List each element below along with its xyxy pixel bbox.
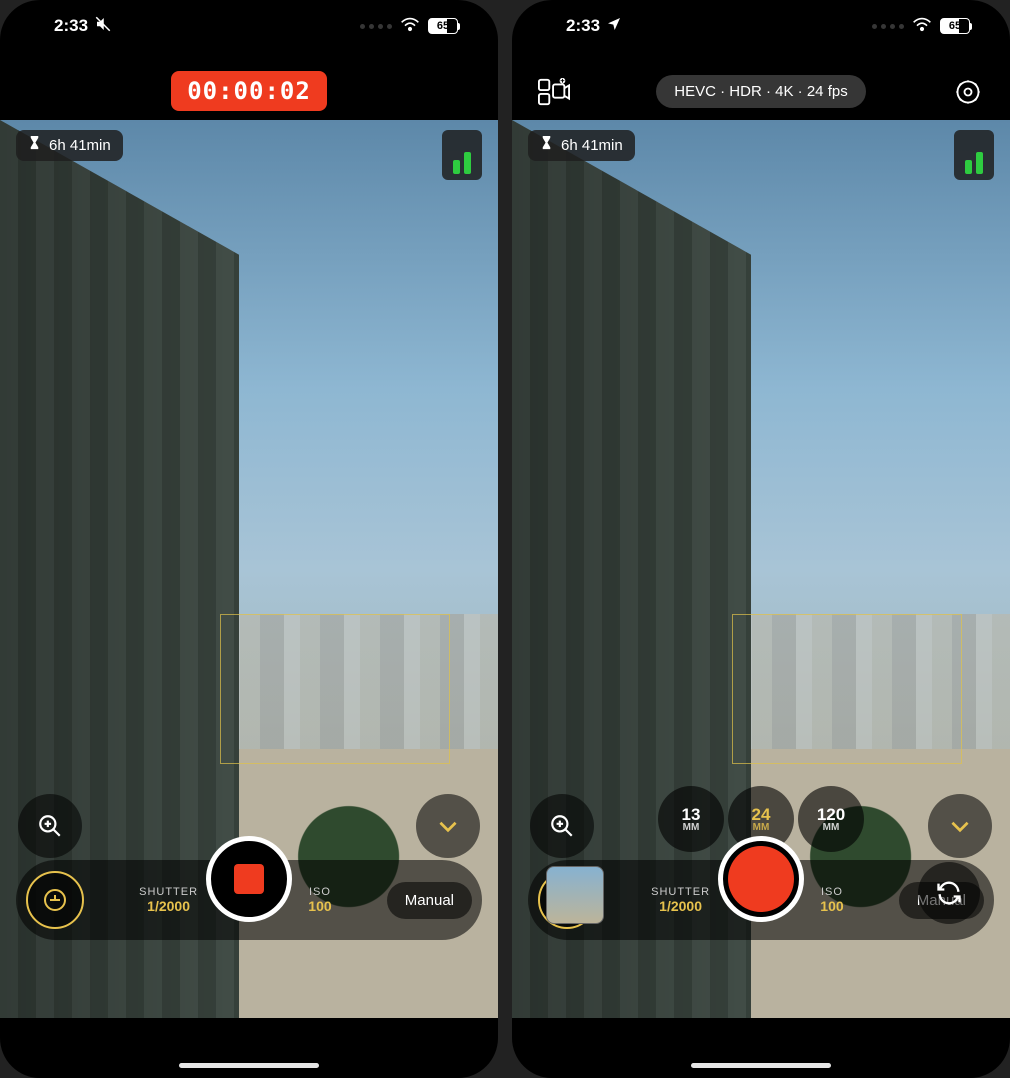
wifi-icon xyxy=(912,16,932,37)
location-icon xyxy=(606,16,622,37)
clock: 2:33 xyxy=(54,16,88,36)
focus-rectangle[interactable] xyxy=(732,614,962,764)
home-indicator[interactable] xyxy=(179,1063,319,1068)
home-indicator[interactable] xyxy=(691,1063,831,1068)
last-clip-thumbnail[interactable] xyxy=(546,866,604,924)
clock: 2:33 xyxy=(566,16,600,36)
stop-icon xyxy=(234,864,264,894)
phone-recording: 2:33 65 00:00:02 6h 41min xyxy=(0,0,498,1078)
app-header: 00:00:02 xyxy=(0,62,498,120)
record-button[interactable] xyxy=(718,836,804,922)
flip-camera-button[interactable] xyxy=(918,862,980,924)
time-remaining: 6h 41min xyxy=(561,137,623,154)
dynamic-island xyxy=(701,14,821,48)
dynamic-island xyxy=(189,14,309,48)
audio-levels[interactable] xyxy=(442,130,482,180)
battery-level: 65 xyxy=(940,18,970,34)
focus-rectangle[interactable] xyxy=(220,614,450,764)
storage-time-pill[interactable]: 6h 41min xyxy=(528,130,635,161)
app-header: HEVC · HDR · 4K · 24 fps xyxy=(512,62,1010,120)
storage-time-pill[interactable]: 6h 41min xyxy=(16,130,123,161)
hourglass-icon xyxy=(28,136,41,155)
battery-level: 65 xyxy=(428,18,458,34)
settings-button[interactable] xyxy=(948,72,988,112)
audio-levels[interactable] xyxy=(954,130,994,180)
battery-icon: 65 xyxy=(428,18,460,34)
silent-icon xyxy=(94,15,112,38)
battery-icon: 65 xyxy=(940,18,972,34)
time-remaining: 6h 41min xyxy=(49,137,111,154)
viewfinder[interactable]: 6h 41min SHUTTER 1/2000 xyxy=(0,120,498,1018)
shutter-row xyxy=(0,834,498,924)
recording-timer: 00:00:02 xyxy=(171,71,327,111)
record-icon xyxy=(728,846,794,912)
cell-dots-icon xyxy=(872,24,904,29)
hourglass-icon xyxy=(540,136,553,155)
stop-record-button[interactable] xyxy=(206,836,292,922)
wifi-icon xyxy=(400,16,420,37)
shutter-row xyxy=(512,834,1010,924)
phone-idle: 2:33 65 HEVC · HDR · xyxy=(512,0,1010,1078)
cell-dots-icon xyxy=(360,24,392,29)
format-button[interactable]: HEVC · HDR · 4K · 24 fps xyxy=(656,75,865,108)
viewfinder[interactable]: 6h 41min 13 MM 24 MM xyxy=(512,120,1010,1018)
